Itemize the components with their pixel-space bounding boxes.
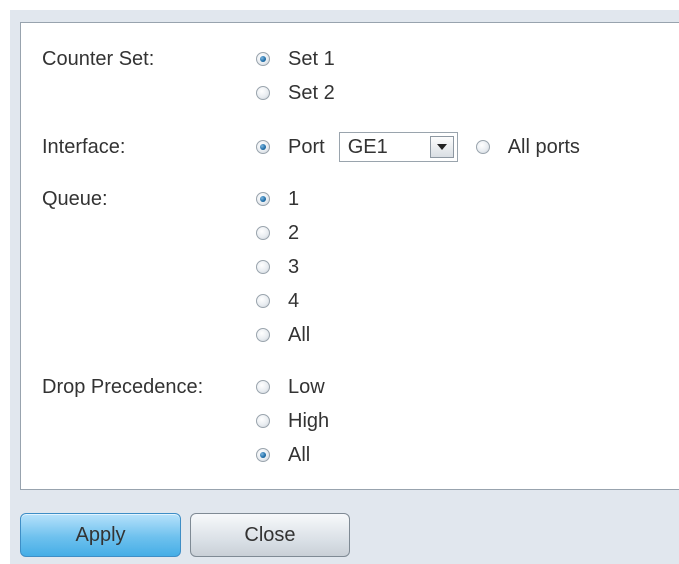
- queue-label: Queue:: [42, 188, 108, 210]
- queue-all-radio[interactable]: [256, 328, 270, 342]
- apply-button[interactable]: Apply: [20, 513, 181, 557]
- interface-label: Interface:: [42, 136, 126, 158]
- queue-4-text: 4: [288, 290, 300, 312]
- counter-set-label: Counter Set:: [42, 48, 155, 70]
- queue-2-radio[interactable]: [256, 226, 270, 240]
- queue-option-2[interactable]: 2: [256, 221, 299, 245]
- drop-precedence-high-radio[interactable]: [256, 414, 270, 428]
- drop-precedence-low-text: Low: [288, 376, 325, 398]
- drop-precedence-option-high[interactable]: High: [256, 409, 329, 433]
- drop-precedence-option-all[interactable]: All: [256, 443, 310, 467]
- queue-4-radio[interactable]: [256, 294, 270, 308]
- settings-panel: [20, 22, 679, 490]
- counter-set-set2-text: Set 2: [288, 82, 335, 104]
- port-select[interactable]: GE1: [338, 132, 458, 162]
- counter-set-set2-radio[interactable]: [256, 86, 270, 100]
- queue-3-text: 3: [288, 256, 300, 278]
- drop-precedence-option-low[interactable]: Low: [256, 375, 325, 399]
- queue-1-radio[interactable]: [256, 192, 270, 206]
- queue-option-4[interactable]: 4: [256, 289, 299, 313]
- drop-precedence-all-text: All: [288, 444, 311, 466]
- interface-all-ports-text: All ports: [507, 136, 580, 158]
- interface-all-ports-radio[interactable]: [475, 140, 490, 154]
- drop-precedence-all-radio[interactable]: [256, 448, 270, 462]
- drop-precedence-high-text: High: [288, 410, 330, 432]
- queue-option-all[interactable]: All: [256, 323, 310, 347]
- interface-port-text: Port: [288, 136, 325, 158]
- counter-set-set1-text: Set 1: [288, 48, 335, 70]
- queue-2-text: 2: [288, 222, 300, 244]
- drop-precedence-low-radio[interactable]: [256, 380, 270, 394]
- queue-1-text: 1: [288, 188, 300, 210]
- queue-3-radio[interactable]: [256, 260, 270, 274]
- queue-all-text: All: [288, 324, 311, 346]
- queue-option-3[interactable]: 3: [256, 255, 299, 279]
- close-button[interactable]: Close: [190, 513, 350, 557]
- counter-set-option-set2[interactable]: Set 2: [256, 81, 335, 105]
- queue-option-1[interactable]: 1: [256, 187, 299, 211]
- counter-set-option-set1[interactable]: Set 1: [256, 47, 335, 71]
- interface-port-radio[interactable]: [256, 140, 270, 154]
- counter-set-set1-radio[interactable]: [256, 52, 270, 66]
- chevron-down-icon[interactable]: [429, 136, 454, 158]
- drop-precedence-label: Drop Precedence:: [42, 376, 204, 398]
- interface-row: Port GE1 All ports: [256, 132, 580, 162]
- port-select-value: GE1: [347, 136, 388, 158]
